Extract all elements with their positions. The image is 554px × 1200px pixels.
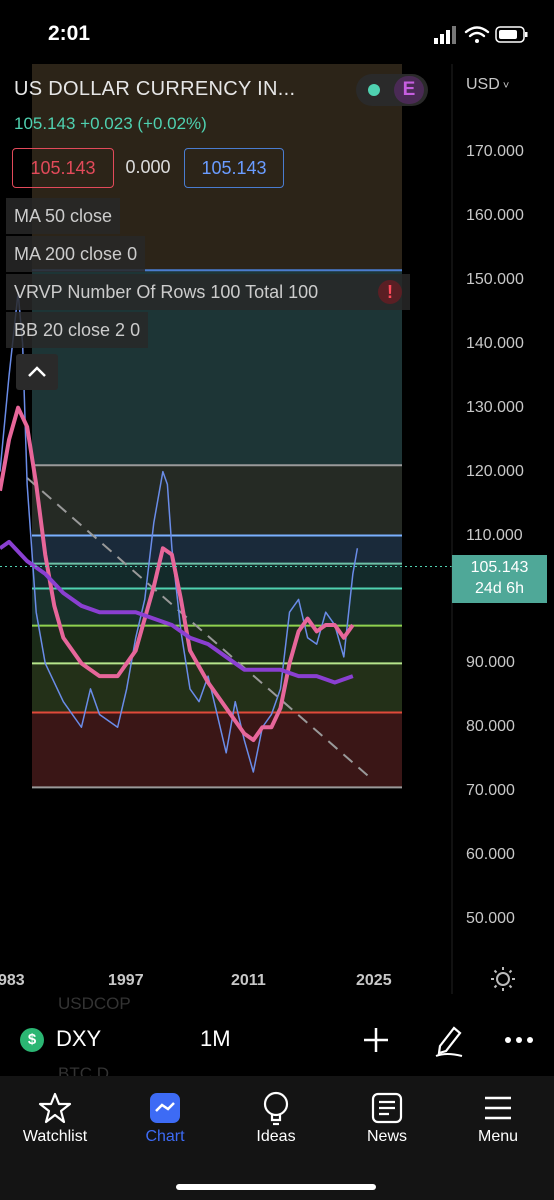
menu-icon	[485, 1096, 511, 1120]
symbol-button[interactable]: DXY	[56, 1026, 101, 1052]
collapse-indicators-button[interactable]	[16, 354, 58, 390]
signal-icon	[434, 26, 456, 44]
y-tick-label: 110.000	[466, 526, 523, 544]
warning-icon[interactable]: !	[378, 280, 402, 304]
dollar-icon: $	[20, 1028, 44, 1052]
currency-label: USD	[466, 76, 500, 93]
indicator-ma200[interactable]: MA 200 close 0	[6, 236, 146, 272]
currency-selector[interactable]: USD ˅	[466, 76, 509, 94]
status-time: 2:01	[48, 22, 91, 45]
x-tick-2025: 2025	[356, 972, 392, 989]
y-tick-label: 90.000	[466, 654, 515, 672]
y-tick-label: 160.000	[466, 206, 524, 224]
status-icons	[434, 26, 528, 44]
chevron-up-icon	[28, 366, 46, 377]
fib-zone	[32, 663, 402, 713]
news-icon	[371, 1092, 403, 1124]
indicator-bb[interactable]: BB 20 close 2 0	[6, 312, 149, 348]
fib-zone	[32, 563, 402, 589]
y-tick-label: 150.000	[466, 270, 524, 288]
drawing-pen-icon[interactable]	[432, 1022, 466, 1058]
brightness-icon[interactable]	[490, 966, 516, 992]
earnings-badge[interactable]: E	[394, 76, 424, 104]
tab-watchlist[interactable]: Watchlist	[0, 1088, 110, 1146]
tab-menu[interactable]: Menu	[443, 1088, 553, 1146]
sell-price-box[interactable]: 105.143	[12, 148, 114, 188]
more-options-icon[interactable]	[504, 1036, 534, 1044]
tab-chart[interactable]: Chart	[110, 1088, 220, 1146]
ghost-watchlist-top: USDCOP	[58, 994, 131, 1013]
y-tick-label: 120.000	[466, 462, 524, 480]
home-indicator	[176, 1184, 376, 1190]
y-tick-label: 130.000	[466, 398, 524, 416]
buy-price-box[interactable]: 105.143	[184, 148, 284, 188]
badge-group[interactable]: E	[356, 74, 428, 106]
y-tick-label: 70.000	[466, 782, 515, 800]
y-tick-label: 170.000	[466, 143, 524, 160]
x-tick-1997: 1997	[108, 972, 144, 989]
indicator-ma50[interactable]: MA 50 close	[6, 198, 121, 234]
star-icon	[38, 1092, 72, 1124]
y-tick-label: 140.000	[466, 334, 524, 352]
current-price-label: 105.143 24d 6h	[452, 555, 547, 603]
interval-button[interactable]: 1M	[200, 1026, 231, 1052]
fib-zone	[32, 712, 402, 788]
fib-zone	[32, 465, 402, 536]
tab-ideas-label: Ideas	[256, 1128, 296, 1145]
plus-icon[interactable]	[362, 1026, 390, 1054]
chart-toolbar: $ DXY 1M	[0, 1012, 554, 1068]
indicator-vrvp-label: VRVP Number Of Rows 100 Total 100	[14, 281, 319, 302]
indicator-vrvp[interactable]: VRVP Number Of Rows 100 Total 100 !	[6, 274, 410, 310]
battery-icon	[495, 26, 528, 43]
x-tick-1983: 983	[0, 972, 25, 989]
price-change: 105.143 +0.023 (+0.02%)	[14, 114, 207, 133]
current-price-value: 105.143	[470, 559, 529, 576]
y-tick-label: 80.000	[466, 718, 515, 736]
chart-icon	[150, 1093, 180, 1123]
tab-news[interactable]: News	[332, 1088, 442, 1146]
wifi-icon	[464, 26, 490, 43]
y-tick-label: 60.000	[466, 846, 515, 864]
spread-value: 0.000	[125, 156, 171, 177]
market-status-dot	[368, 84, 380, 96]
tab-ideas[interactable]: Ideas	[221, 1088, 331, 1146]
tab-watchlist-label: Watchlist	[22, 1128, 88, 1145]
bar-countdown: 24d 6h	[475, 580, 524, 597]
tab-menu-label: Menu	[477, 1128, 519, 1145]
lightbulb-icon	[263, 1091, 289, 1126]
symbol-title: US DOLLAR CURRENCY IN...	[14, 78, 296, 100]
y-tick-label: 50.000	[466, 910, 515, 927]
x-tick-2011: 2011	[231, 972, 266, 989]
fib-zone	[32, 535, 402, 564]
tab-chart-label: Chart	[145, 1128, 185, 1145]
tab-news-label: News	[366, 1128, 407, 1145]
